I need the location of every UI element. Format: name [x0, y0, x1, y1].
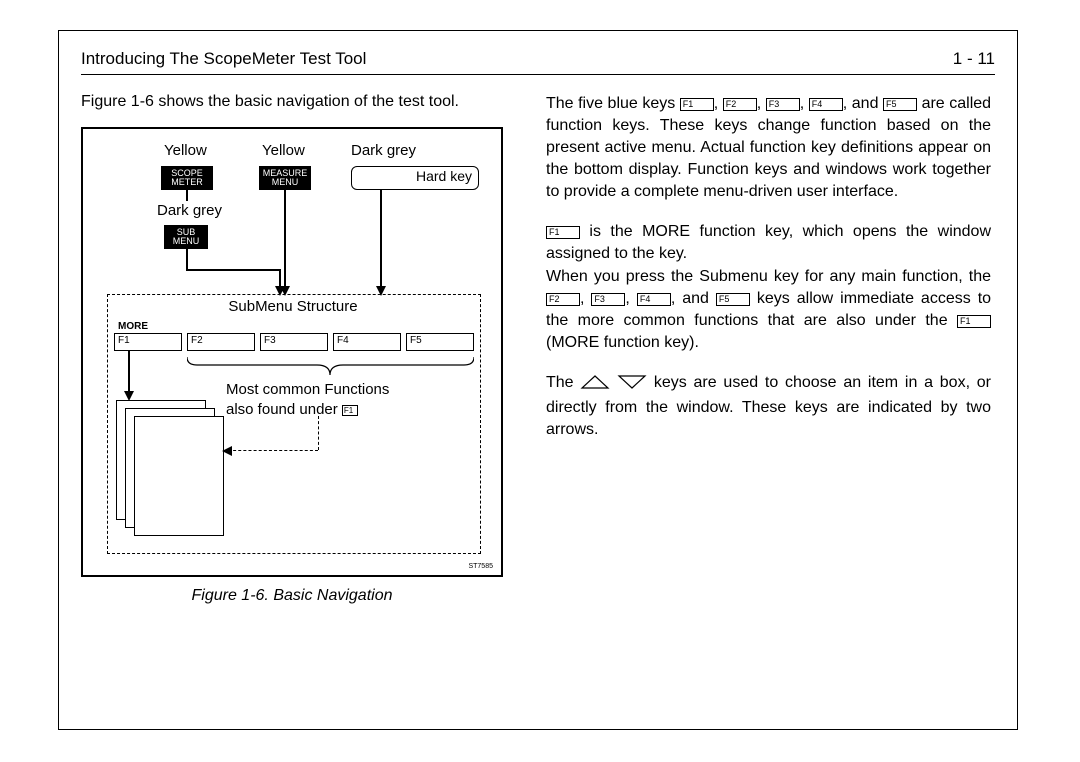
- p2-sep-3: , and: [671, 290, 716, 307]
- p1-sep-4: , and: [843, 95, 883, 112]
- p3-text-a: The: [546, 374, 580, 391]
- key-sub-menu: SUB MENU: [164, 225, 208, 249]
- inline-key-f4-b: F4: [637, 293, 671, 306]
- inline-key-f5: F5: [883, 98, 917, 111]
- label-common-functions-1: Most common Functions: [226, 381, 389, 398]
- p1-sep-3: ,: [800, 95, 809, 112]
- hard-key-box: Hard key: [351, 166, 479, 190]
- paragraph-1: The five blue keys F1, F2, F3, F4, and F…: [546, 93, 991, 203]
- figure-intro-text: Figure 1-6 shows the basic navigation of…: [81, 93, 516, 111]
- paragraph-2: F1 is the MORE function key, which opens…: [546, 221, 991, 353]
- p2-sep-2: ,: [625, 290, 636, 307]
- page: Introducing The ScopeMeter Test Tool 1 -…: [58, 30, 1018, 730]
- p2-text-b: When you press the Submenu key for any m…: [546, 268, 991, 285]
- down-arrow-icon: [617, 374, 647, 397]
- inline-key-f5-b: F5: [716, 293, 750, 306]
- p1-sep-1: ,: [714, 95, 723, 112]
- inline-key-f4: F4: [809, 98, 843, 111]
- label-yellow-1: Yellow: [164, 142, 207, 159]
- figure-id: ST7585: [468, 563, 493, 570]
- key-f1: F1: [114, 333, 182, 351]
- p2-text-d: (MORE function key).: [546, 334, 699, 351]
- p2-text-a: is the MORE function key, which opens th…: [546, 223, 991, 262]
- key-f2: F2: [187, 333, 255, 351]
- right-column: The five blue keys F1, F2, F3, F4, and F…: [546, 93, 991, 605]
- label-yellow-2: Yellow: [262, 142, 305, 159]
- key-scope-meter: SCOPE METER: [161, 166, 213, 190]
- inline-key-f3-b: F3: [591, 293, 625, 306]
- inline-key-f2-b: F2: [546, 293, 580, 306]
- inline-key-f1-fig: F1: [342, 405, 358, 416]
- label-darkgrey-2: Dark grey: [157, 202, 222, 219]
- label-darkgrey-1: Dark grey: [351, 142, 416, 159]
- label-common-prefix: also found under: [226, 401, 342, 418]
- inline-key-f2: F2: [723, 98, 757, 111]
- p3-text-b: keys are used to choose an item in a box…: [546, 374, 991, 438]
- figure-caption: Figure 1-6. Basic Navigation: [81, 587, 503, 605]
- inline-key-f1-more: F1: [546, 226, 580, 239]
- label-submenu-structure: SubMenu Structure: [193, 298, 393, 315]
- inline-key-f3: F3: [766, 98, 800, 111]
- inline-key-f1-c: F1: [957, 315, 991, 328]
- label-common-functions-2: also found under F1: [226, 401, 358, 418]
- left-column: Figure 1-6 shows the basic navigation of…: [81, 93, 516, 605]
- paragraph-3: The keys are used to choose an item in a…: [546, 372, 991, 441]
- key-f5: F5: [406, 333, 474, 351]
- content-columns: Figure 1-6 shows the basic navigation of…: [81, 93, 995, 605]
- sheet-front: [134, 416, 224, 536]
- up-arrow-icon: [580, 374, 610, 397]
- header-title: Introducing The ScopeMeter Test Tool: [81, 49, 366, 69]
- key-f3: F3: [260, 333, 328, 351]
- label-more: MORE: [118, 321, 148, 332]
- header-page-number: 1 - 11: [953, 49, 995, 69]
- p1-text-a: The five blue keys: [546, 95, 680, 112]
- inline-key-f1: F1: [680, 98, 714, 111]
- page-header: Introducing The ScopeMeter Test Tool 1 -…: [81, 49, 995, 75]
- p1-sep-2: ,: [757, 95, 766, 112]
- figure-frame: Yellow Yellow Dark grey SCOPE METER MEAS…: [81, 127, 503, 577]
- key-measure-menu: MEASURE MENU: [259, 166, 311, 190]
- p2-sep-1: ,: [580, 290, 591, 307]
- key-f4: F4: [333, 333, 401, 351]
- submenu-structure-box: SubMenu Structure MORE F1 F2 F3 F4 F5 Mo…: [107, 294, 481, 554]
